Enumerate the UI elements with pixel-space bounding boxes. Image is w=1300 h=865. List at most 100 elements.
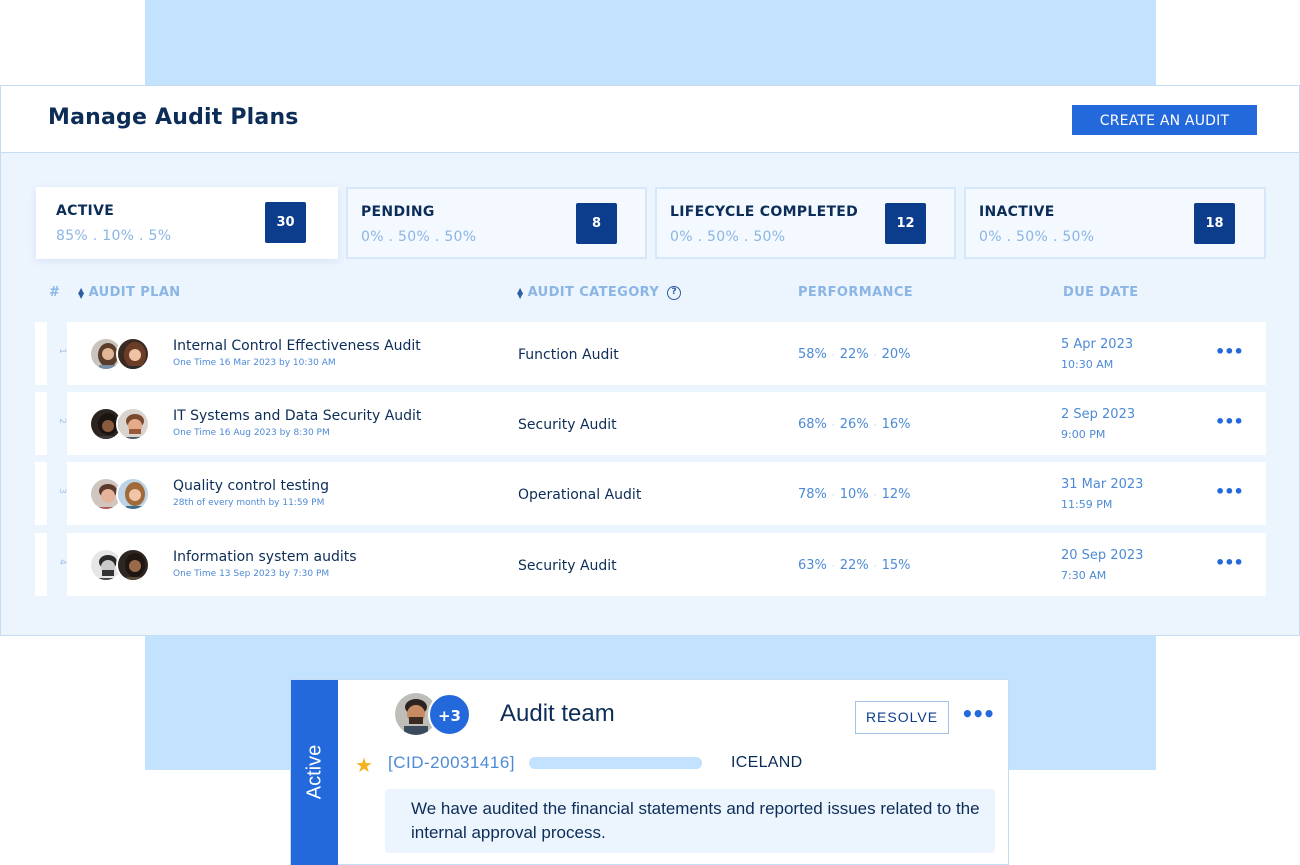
country: ICELAND [731,754,803,771]
more-dots-icon[interactable]: ••• [961,702,995,726]
perf-value: 78% [798,487,827,502]
table-row[interactable]: Quality control testing 28th of every mo… [67,462,1266,525]
due-time: 11:59 PM [1061,498,1113,511]
avatar [116,337,150,371]
avatar-group [89,477,153,511]
more-dots-icon[interactable]: ••• [1215,412,1244,431]
stat-label: ACTIVE [56,203,115,219]
audit-plan-schedule: 28th of every month by 11:59 PM [173,498,325,508]
progress-fill [529,757,702,769]
due-date: 31 Mar 2023 [1061,477,1144,492]
sort-arrows-icon[interactable]: ▲ ▼ [517,286,524,299]
row-number: 4 [57,559,67,565]
due-date: 20 Sep 2023 [1061,548,1144,563]
column-header-audit-category[interactable]: ▲ ▼ AUDIT CATEGORY? [517,285,682,300]
extra-members-badge[interactable]: +3 [428,693,471,736]
stat-percentages: 0% . 50% . 50% [361,229,477,245]
star-icon[interactable]: ★ [355,753,373,777]
perf-value: 58% [798,347,827,362]
stat-count-badge: 18 [1194,203,1235,244]
team-title: Audit team [500,700,615,727]
avatar-group [89,337,153,371]
perf-value: 15% [881,558,911,573]
table-row[interactable]: Information system audits One Time 13 Se… [67,533,1266,596]
avatar-group [89,407,153,441]
row-number: 3 [57,488,67,494]
panel-header: Manage Audit Plans CREATE AN AUDIT [1,86,1299,153]
audit-plan-name[interactable]: IT Systems and Data Security Audit [173,408,421,424]
audit-note: We have audited the financial statements… [385,789,995,853]
column-header-audit-plan[interactable]: ▲ ▼ AUDIT PLAN [78,285,181,300]
perf-value: 68% [798,417,827,432]
stat-count-badge: 12 [885,203,926,244]
more-dots-icon[interactable]: ••• [1215,342,1244,361]
audit-plan-name[interactable]: Quality control testing [173,478,329,494]
due-date: 5 Apr 2023 [1061,337,1134,352]
audit-category: Security Audit [518,558,617,574]
audit-category: Function Audit [518,347,619,363]
perf-value: 22% [839,347,869,362]
stat-percentages: 0% . 50% . 50% [979,229,1095,245]
perf-value: 22% [839,558,869,573]
perf-value: 20% [881,347,911,362]
create-audit-button[interactable]: CREATE AN AUDIT [1072,105,1257,135]
perf-value: 26% [839,417,869,432]
stat-count-badge: 8 [576,203,617,244]
stat-card-pending[interactable]: PENDING 0% . 50% . 50% 8 [346,187,647,259]
column-header-due-date: DUE DATE [1063,285,1139,300]
status-side-band: Active [291,680,338,865]
audit-plan-name[interactable]: Internal Control Effectiveness Audit [173,338,421,354]
performance: 58% · 22% · 20% [798,347,911,362]
audit-plan-schedule: One Time 13 Sep 2023 by 7:30 PM [173,569,330,579]
audit-team-card: Active +3 Audit team RESOLVE ••• ★ [CID-… [290,679,1009,865]
more-dots-icon[interactable]: ••• [1215,482,1244,501]
perf-value: 12% [881,487,911,502]
stat-label: INACTIVE [979,204,1055,220]
due-date: 2 Sep 2023 [1061,407,1136,422]
page-title: Manage Audit Plans [48,105,299,130]
avatar-group [89,548,153,582]
row-number-strip [35,533,47,596]
stat-percentages: 0% . 50% . 50% [670,229,786,245]
stat-label: PENDING [361,204,435,220]
row-number: 2 [57,418,67,424]
perf-value: 63% [798,558,827,573]
status-label: Active [303,744,326,800]
perf-value: 16% [881,417,911,432]
due-time: 9:00 PM [1061,428,1106,441]
performance: 63% · 22% · 15% [798,558,911,573]
audit-category: Security Audit [518,417,617,433]
case-id: [CID-20031416] [388,753,516,772]
column-header-performance: PERFORMANCE [798,285,914,300]
progress-bar [529,757,702,769]
more-dots-icon[interactable]: ••• [1215,553,1244,572]
table-row[interactable]: IT Systems and Data Security Audit One T… [67,392,1266,455]
row-number-strip [35,462,47,525]
audit-plan-schedule: One Time 16 Aug 2023 by 8:30 PM [173,428,330,438]
due-time: 7:30 AM [1061,569,1107,582]
help-circle-icon[interactable]: ? [667,285,682,300]
stat-count-badge: 30 [265,202,306,243]
performance: 68% · 26% · 16% [798,417,911,432]
perf-value: 10% [839,487,869,502]
row-number: 1 [57,348,67,354]
stat-card-inactive[interactable]: INACTIVE 0% . 50% . 50% 18 [964,187,1266,259]
row-number-strip [35,392,47,455]
audit-category: Operational Audit [518,487,642,503]
avatar [116,407,150,441]
avatar [116,477,150,511]
stat-card-lifecycle-completed[interactable]: LIFECYCLE COMPLETED 0% . 50% . 50% 12 [655,187,956,259]
audit-plans-panel: Manage Audit Plans CREATE AN AUDIT ACTIV… [0,85,1300,636]
resolve-button[interactable]: RESOLVE [855,701,949,734]
table-row[interactable]: Internal Control Effectiveness Audit One… [67,322,1266,385]
performance: 78% · 10% · 12% [798,487,911,502]
due-time: 10:30 AM [1061,358,1114,371]
sort-arrows-icon[interactable]: ▲ ▼ [78,286,85,299]
avatar [116,548,150,582]
audit-plan-name[interactable]: Information system audits [173,549,357,565]
column-header-number: # [49,285,61,300]
column-header-label: AUDIT CATEGORY [527,285,660,300]
stat-card-active[interactable]: ACTIVE 85% . 10% . 5% 30 [36,187,338,259]
audit-plan-schedule: One Time 16 Mar 2023 by 10:30 AM [173,358,336,368]
row-number-strip [35,322,47,385]
